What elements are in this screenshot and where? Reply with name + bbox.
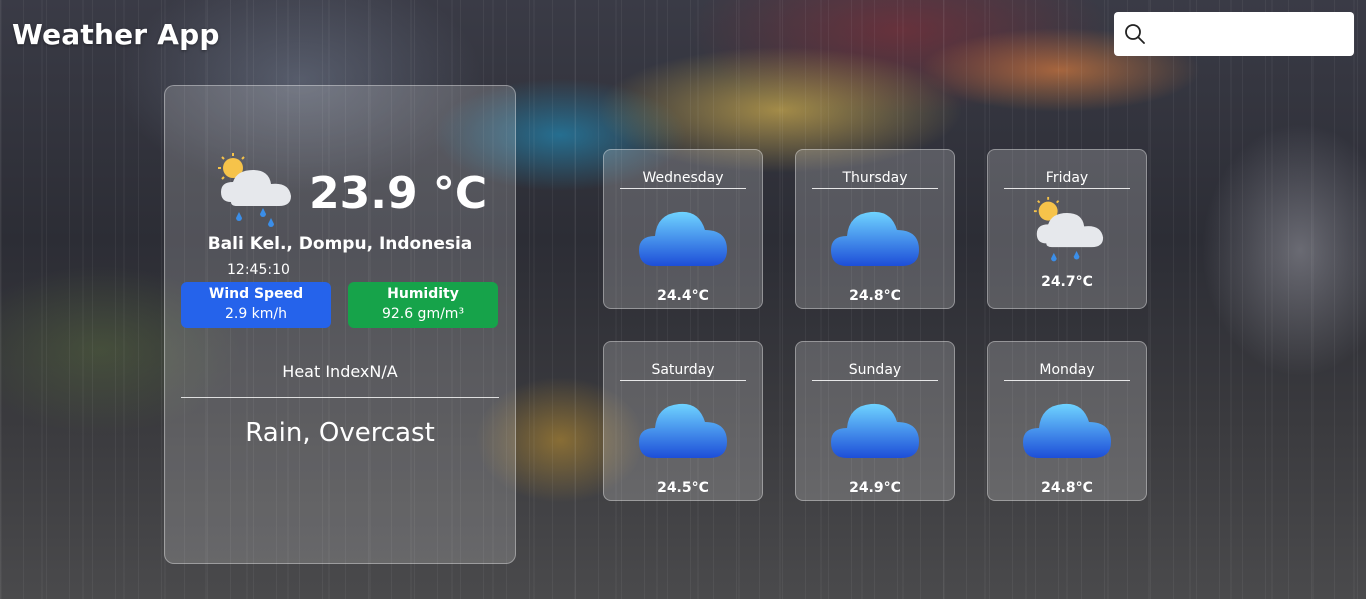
forecast-card: Wednesday 24.4°C <box>603 149 763 309</box>
cloud-icon <box>639 211 727 266</box>
local-time: 12:45:10 <box>227 262 290 278</box>
search-icon[interactable] <box>1124 23 1146 45</box>
forecast-temp: 24.5°C <box>657 480 709 496</box>
forecast-day: Thursday <box>812 170 938 189</box>
search-box[interactable] <box>1114 12 1354 56</box>
forecast-day: Sunday <box>812 362 938 381</box>
wind-speed-label: Wind Speed <box>208 286 304 302</box>
forecast-card: Sunday 24.9°C <box>795 341 955 501</box>
cloud-icon <box>1023 403 1111 458</box>
forecast-card: Monday 24.8°C <box>987 341 1147 501</box>
forecast-card: Saturday 24.5°C <box>603 341 763 501</box>
sun-cloud-rain-icon <box>218 153 291 227</box>
cloud-icon <box>831 403 919 458</box>
forecast-temp: 24.7°C <box>1041 274 1093 290</box>
search-input[interactable] <box>1154 20 1348 50</box>
sun-cloud-rain-icon <box>1033 196 1104 262</box>
forecast-day: Saturday <box>620 362 746 381</box>
location-name: Bali Kel., Dompu, Indonesia <box>207 234 473 254</box>
forecast-day: Friday <box>1004 170 1130 189</box>
humidity-value: 92.6 gm/m³ <box>381 306 465 322</box>
heat-index: Heat IndexN/A <box>282 362 398 381</box>
cloud-icon <box>831 211 919 266</box>
humidity-badge: Humidity 92.6 gm/m³ <box>348 282 498 328</box>
forecast-card: Friday 24.7°C <box>987 149 1147 309</box>
weather-condition: Rain, Overcast <box>245 418 435 448</box>
forecast-temp: 24.9°C <box>849 480 901 496</box>
wind-speed-value: 2.9 km/h <box>224 306 288 322</box>
current-temperature: 23.9 °C <box>309 168 488 219</box>
humidity-label: Humidity <box>387 286 459 302</box>
wind-speed-badge: Wind Speed 2.9 km/h <box>181 282 331 328</box>
forecast-temp: 24.4°C <box>657 288 709 304</box>
cloud-icon <box>639 403 727 458</box>
divider <box>181 397 499 398</box>
forecast-temp: 24.8°C <box>1041 480 1093 496</box>
forecast-temp: 24.8°C <box>849 288 901 304</box>
forecast-day: Wednesday <box>620 170 746 189</box>
current-weather-card: 23.9 °C Bali Kel., Dompu, Indonesia 12:4… <box>164 85 516 564</box>
forecast-card: Thursday 24.8°C <box>795 149 955 309</box>
forecast-day: Monday <box>1004 362 1130 381</box>
app-title: Weather App <box>12 18 220 51</box>
